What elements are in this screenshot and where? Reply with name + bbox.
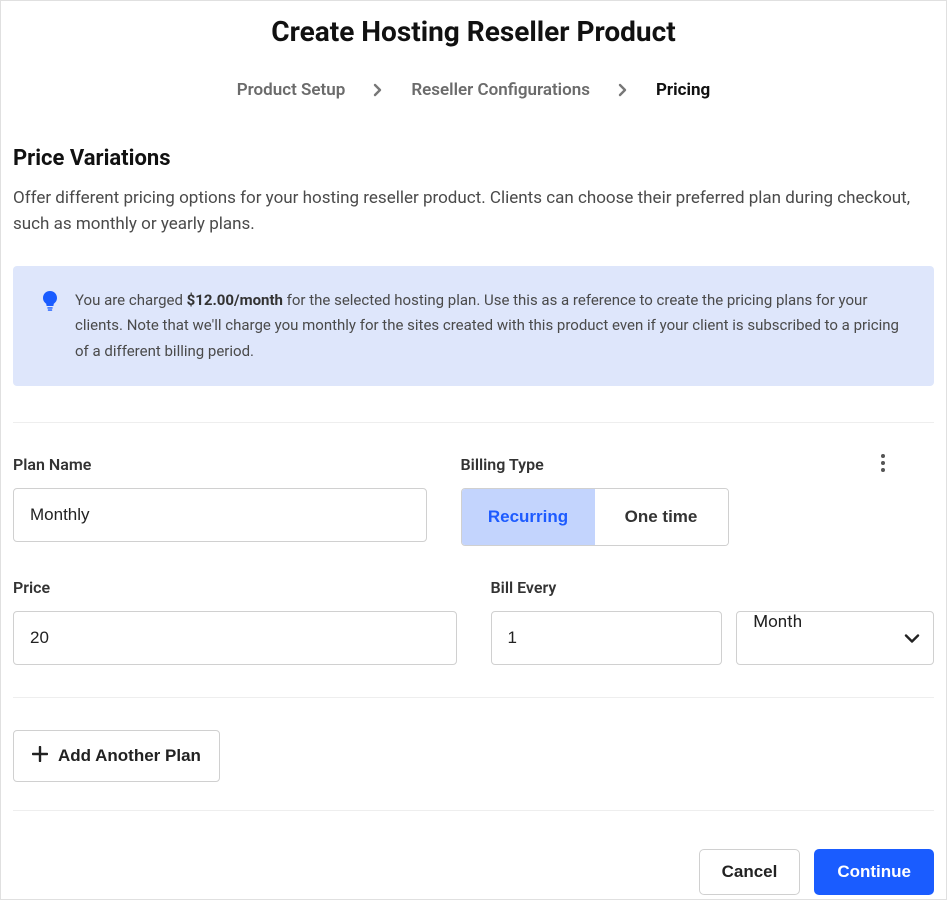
billing-onetime-button[interactable]: One time [595,489,728,545]
divider [13,810,934,811]
bill-every-label: Bill Every [491,578,935,597]
page-title: Create Hosting Reseller Product [1,15,946,48]
divider [13,422,934,423]
more-options-icon[interactable] [880,453,886,477]
billing-recurring-button[interactable]: Recurring [462,489,595,545]
chevron-right-icon [373,83,383,97]
add-another-plan-label: Add Another Plan [58,746,201,766]
info-callout: You are charged $12.00/month for the sel… [13,266,934,387]
section-description: Offer different pricing options for your… [13,185,934,238]
billing-type-toggle: Recurring One time [461,488,729,546]
footer-actions: Cancel Continue [1,849,946,895]
info-text: You are charged $12.00/month for the sel… [75,288,912,365]
breadcrumb-step-reseller-config[interactable]: Reseller Configurations [411,80,590,100]
continue-button[interactable]: Continue [814,849,934,895]
billing-type-label: Billing Type [461,455,875,474]
price-input[interactable] [13,611,457,665]
chevron-right-icon [618,83,628,97]
plan-name-input[interactable] [13,488,427,542]
section-title: Price Variations [13,146,934,171]
info-amount: $12.00/month [187,291,283,309]
breadcrumb: Product Setup Reseller Configurations Pr… [1,80,946,100]
bill-every-input[interactable] [491,611,723,665]
divider [13,697,934,698]
plan-name-label: Plan Name [13,455,427,474]
plus-icon [32,746,48,767]
breadcrumb-step-product-setup[interactable]: Product Setup [237,80,346,100]
bill-every-unit-select[interactable]: Month [736,611,934,665]
info-text-pre: You are charged [75,291,187,309]
add-another-plan-button[interactable]: Add Another Plan [13,730,220,782]
breadcrumb-step-pricing[interactable]: Pricing [656,80,710,100]
lightbulb-icon [41,290,59,365]
cancel-button[interactable]: Cancel [699,849,801,895]
product-form-container: Create Hosting Reseller Product Product … [0,0,947,900]
price-label: Price [13,578,457,597]
